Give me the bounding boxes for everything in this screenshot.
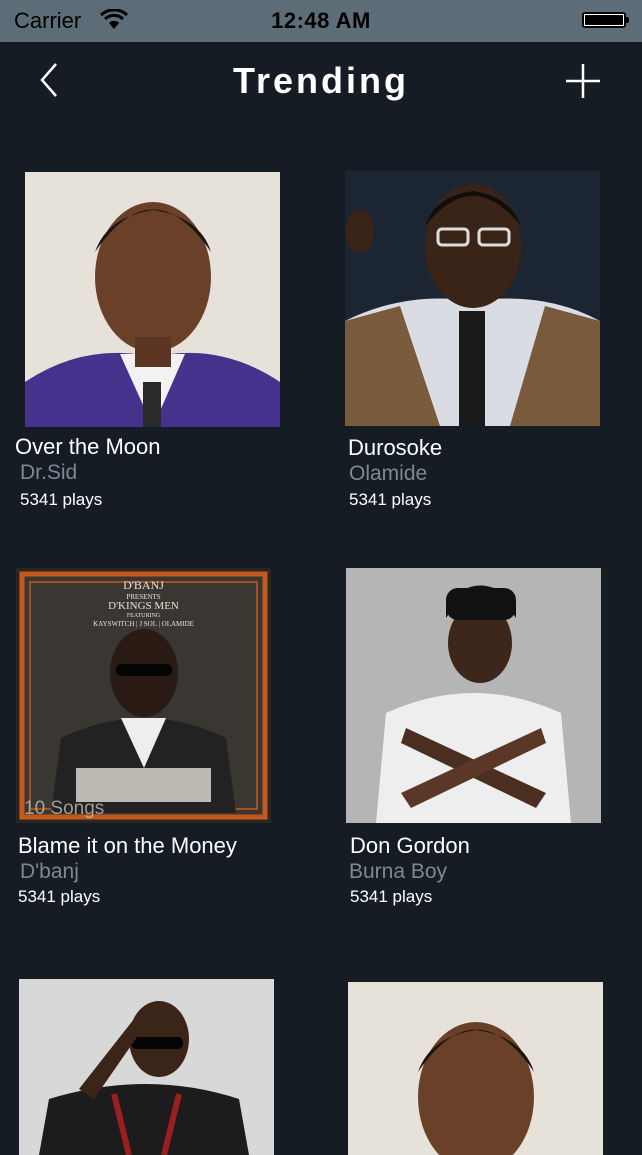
clock: 12:48 AM bbox=[271, 8, 371, 33]
track-plays: 5341 plays bbox=[349, 490, 432, 509]
track-plays: 5341 plays bbox=[20, 490, 103, 509]
songs-count-overlay: 10 Songs bbox=[24, 798, 105, 819]
track-title: Don Gordon bbox=[350, 833, 470, 858]
album-cover bbox=[19, 979, 274, 1155]
track-artist: D'banj bbox=[20, 860, 79, 883]
nav-bar: Trending bbox=[0, 42, 642, 122]
album-art-title: D'BANJ bbox=[123, 578, 164, 592]
track-artist: Olamide bbox=[349, 462, 428, 485]
album-cover bbox=[345, 171, 600, 426]
album-cover: D'BANJ PRESENTS D'KINGS MEN FEATURING KA… bbox=[16, 568, 271, 823]
track-title: Durosoke bbox=[348, 435, 443, 460]
page-title: Trending bbox=[233, 60, 409, 101]
track-title: Blame it on the Money bbox=[18, 833, 237, 858]
album-art-features: KAYSWITCH | J SOL | OLAMIDE bbox=[93, 620, 194, 628]
album-cover bbox=[346, 568, 601, 823]
track-plays: 5341 plays bbox=[18, 887, 101, 906]
battery-icon bbox=[582, 12, 629, 28]
album-cover bbox=[25, 172, 280, 427]
track-artist: Dr.Sid bbox=[20, 461, 78, 484]
add-button[interactable] bbox=[564, 62, 602, 100]
track-title: Over the Moon bbox=[15, 434, 161, 459]
track-plays: 5341 plays bbox=[350, 887, 433, 906]
album-art-featuring: FEATURING bbox=[126, 613, 161, 619]
album-art-name: D'KINGS MEN bbox=[108, 600, 179, 612]
album-cover bbox=[348, 982, 603, 1155]
track-artist: Burna Boy bbox=[349, 860, 448, 883]
status-bar: Carrier 12:48 AM bbox=[0, 0, 642, 42]
plus-icon bbox=[566, 64, 600, 98]
